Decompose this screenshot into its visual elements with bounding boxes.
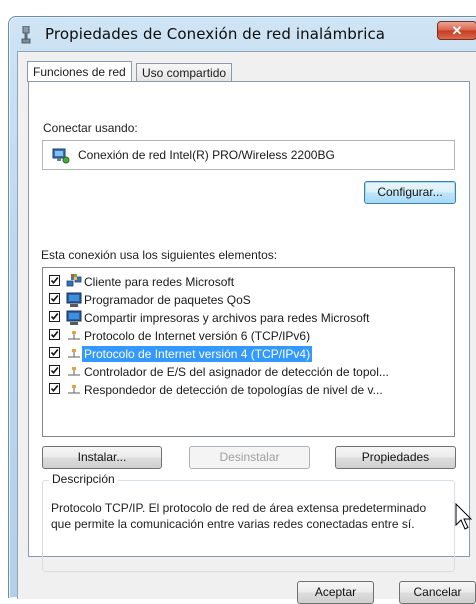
ok-button[interactable]: Aceptar bbox=[297, 581, 374, 604]
protocol-icon bbox=[68, 367, 80, 376]
checkbox[interactable] bbox=[49, 275, 60, 286]
list-item[interactable]: Protocolo de Internet versión 6 (TCP/IPv… bbox=[47, 327, 452, 345]
list-item[interactable]: Programador de paquetes QoS bbox=[47, 291, 452, 309]
list-item-label: Controlador de E/S del asignador de dete… bbox=[84, 365, 389, 379]
checkmark-icon bbox=[50, 312, 59, 321]
tab-panel: Conectar usando: Conexión de red Intel(R… bbox=[28, 81, 473, 572]
checkmark-icon bbox=[50, 276, 59, 285]
adapter-field: Conexión de red Intel(R) PRO/Wireless 22… bbox=[42, 140, 455, 170]
list-item-label: Protocolo de Internet versión 6 (TCP/IPv… bbox=[84, 329, 311, 343]
configure-button[interactable]: Configurar... bbox=[364, 181, 456, 204]
tab-uso-compartido[interactable]: Uso compartido bbox=[136, 63, 233, 82]
list-item-selected[interactable]: Protocolo de Internet versión 4 (TCP/IPv… bbox=[47, 345, 452, 363]
title-bar[interactable]: Propiedades de Conexión de red inalámbri… bbox=[9, 17, 476, 51]
mouse-cursor-icon bbox=[455, 503, 473, 530]
description-legend: Descripción bbox=[49, 472, 118, 486]
checkbox[interactable] bbox=[49, 347, 60, 358]
checkbox[interactable] bbox=[49, 365, 60, 376]
tab-funciones-de-red[interactable]: Funciones de red bbox=[27, 61, 132, 82]
checkbox[interactable] bbox=[49, 383, 60, 394]
uninstall-button[interactable]: Desinstalar bbox=[189, 446, 310, 469]
list-item-label: Protocolo de Internet versión 4 (TCP/IPv… bbox=[82, 346, 313, 362]
checkbox[interactable] bbox=[49, 311, 60, 322]
checkbox[interactable] bbox=[49, 293, 60, 304]
components-list[interactable]: Cliente para redes Microsoft Programador… bbox=[42, 267, 455, 437]
network-adapter-icon bbox=[52, 148, 70, 164]
list-item-label: Programador de paquetes QoS bbox=[84, 293, 251, 307]
checkmark-icon bbox=[50, 294, 59, 303]
list-item[interactable]: Respondedor de detección de topologías d… bbox=[47, 381, 452, 399]
list-item-label: Respondedor de detección de topologías d… bbox=[84, 383, 383, 397]
install-button[interactable]: Instalar... bbox=[42, 446, 162, 469]
properties-button[interactable]: Propiedades bbox=[335, 446, 456, 469]
dialog-client-area: Funciones de red Uso compartido Conectar… bbox=[17, 51, 476, 604]
list-item[interactable]: Cliente para redes Microsoft bbox=[47, 273, 452, 291]
description-text: Protocolo TCP/IP. El protocolo de red de… bbox=[51, 501, 427, 531]
protocol-icon bbox=[68, 349, 80, 358]
window-title: Propiedades de Conexión de red inalámbri… bbox=[45, 25, 386, 43]
close-button[interactable]: ✕ bbox=[437, 21, 476, 40]
list-item-label: Compartir impresoras y archivos para red… bbox=[84, 311, 370, 325]
checkmark-icon bbox=[50, 348, 59, 357]
checkmark-icon bbox=[50, 384, 59, 393]
cancel-button[interactable]: Cancelar bbox=[399, 581, 476, 604]
checkbox[interactable] bbox=[49, 329, 60, 340]
adapter-name: Conexión de red Intel(R) PRO/Wireless 22… bbox=[78, 148, 335, 162]
dialog-window: Propiedades de Conexión de red inalámbri… bbox=[8, 16, 476, 604]
list-item[interactable]: Compartir impresoras y archivos para red… bbox=[47, 309, 452, 327]
list-item-label: Cliente para redes Microsoft bbox=[84, 275, 235, 289]
protocol-icon bbox=[68, 331, 80, 340]
protocol-icon bbox=[68, 385, 80, 394]
network-client-icon bbox=[66, 274, 82, 287]
connect-using-label: Conectar usando: bbox=[43, 121, 138, 135]
checkmark-icon bbox=[50, 330, 59, 339]
computer-service-icon bbox=[66, 292, 82, 307]
list-item[interactable]: Controlador de E/S del asignador de dete… bbox=[47, 363, 452, 381]
computer-service-icon bbox=[66, 310, 82, 325]
components-label: Esta conexión usa los siguientes element… bbox=[41, 248, 278, 262]
network-connection-icon bbox=[21, 26, 31, 44]
checkmark-icon bbox=[50, 366, 59, 375]
